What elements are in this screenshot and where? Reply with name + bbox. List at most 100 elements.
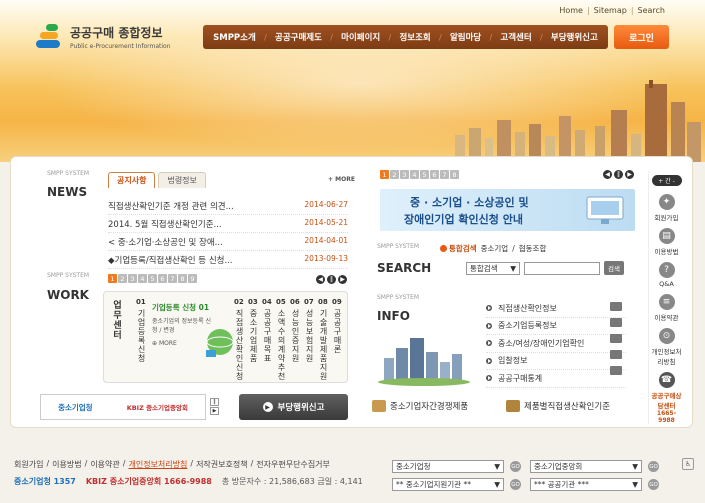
- work-col-8[interactable]: 08 기술개발제품지원: [318, 298, 329, 381]
- footer-signup[interactable]: 회원가입: [14, 459, 43, 470]
- kbiz-logo[interactable]: KBIZ 중소기업중앙회: [127, 402, 188, 412]
- search-input[interactable]: [524, 261, 600, 275]
- work-col-5[interactable]: 05 소액수의계약추천: [276, 298, 287, 381]
- go-button-3[interactable]: GO: [510, 479, 521, 490]
- work-page[interactable]: 9: [188, 274, 197, 283]
- tab-notice[interactable]: 공지사항: [108, 172, 156, 188]
- competition-products-label: 중소기업자간경쟁제품: [390, 402, 469, 412]
- news-list: 직접생산확인기준 개정 관련 의견... 2014-06-27 2014. 5월 …: [108, 197, 348, 269]
- search-link[interactable]: Search: [638, 6, 665, 15]
- work-col-9[interactable]: 09 공공구매론: [332, 298, 343, 381]
- work-page[interactable]: 3: [128, 274, 137, 283]
- prev-arrow-icon[interactable]: ◀: [316, 275, 325, 284]
- support-org-select[interactable]: ** 중소기업지원기관 ** ▼: [392, 478, 504, 491]
- info-item[interactable]: 공공구매통계: [486, 370, 626, 388]
- work-page[interactable]: 5: [148, 274, 157, 283]
- quick-center[interactable]: ☎ 공공구매상담센터 1665-9988: [649, 372, 684, 424]
- smba-select-value: 중소기업청: [396, 462, 431, 471]
- production-criteria-link[interactable]: 제품별직접생산확인기준: [506, 400, 610, 412]
- work-col-3[interactable]: 03 중소기업제품: [248, 298, 259, 381]
- promo-page[interactable]: 6: [430, 170, 439, 179]
- work-page[interactable]: 1: [108, 274, 117, 283]
- work-page[interactable]: 4: [138, 274, 147, 283]
- public-org-select[interactable]: *** 공공기관 *** ▼: [530, 478, 642, 491]
- folder-icon: [610, 318, 622, 327]
- news-item[interactable]: ◆기업등록/직접생산확인 등 신청... 2013-09-13: [108, 251, 348, 269]
- site-logo[interactable]: 공공구매 종합정보 Public e-Procurement Informati…: [36, 24, 171, 50]
- radio-sme[interactable]: 중소기업: [481, 243, 509, 254]
- sitemap-link[interactable]: Sitemap: [594, 6, 627, 15]
- news-item[interactable]: 직접생산확인기준 개정 관련 의견... 2014-06-27: [108, 197, 348, 215]
- smba-select[interactable]: 중소기업청 ▼: [392, 460, 504, 473]
- promo-page[interactable]: 5: [420, 170, 429, 179]
- promo-page[interactable]: 2: [390, 170, 399, 179]
- next-arrow-icon[interactable]: ▶: [625, 170, 634, 179]
- promo-banner[interactable]: 중 · 소기업 · 소상공인 및 장애인기업 확인신청 안내: [380, 189, 635, 231]
- work-col-6[interactable]: 06 성능인증지원: [290, 298, 301, 381]
- font-size-control[interactable]: + 간 -: [651, 175, 682, 186]
- tab-law[interactable]: 법령정보: [158, 172, 206, 188]
- pause-icon[interactable]: ‖: [327, 275, 336, 284]
- promo-page[interactable]: 7: [440, 170, 449, 179]
- report-button[interactable]: ▶ 부당행위신고: [239, 394, 348, 420]
- go-button-1[interactable]: GO: [510, 461, 521, 472]
- work-page[interactable]: 7: [168, 274, 177, 283]
- footer-terms[interactable]: 이용약관: [90, 459, 119, 470]
- nav-notice[interactable]: 알림마당: [450, 31, 481, 43]
- work-col-7[interactable]: 07 성능보험지원: [304, 298, 315, 381]
- quick-guide[interactable]: ▤ 이용방법: [649, 228, 684, 256]
- news-more-link[interactable]: + MORE: [328, 176, 355, 183]
- info-item[interactable]: 중소기업등록정보: [486, 318, 626, 335]
- work-col-1[interactable]: 01 기업등록신청: [136, 298, 147, 363]
- search-scope-select[interactable]: 통합검색 ▼: [466, 261, 520, 275]
- quick-signup[interactable]: ✦ 회원가입: [649, 194, 684, 222]
- radio-integrated[interactable]: 통합검색: [440, 243, 477, 254]
- work-col-4[interactable]: 04 공공구매목표: [262, 298, 273, 381]
- promo-page[interactable]: 4: [410, 170, 419, 179]
- search-button[interactable]: 검색: [604, 261, 624, 275]
- news-item[interactable]: 2014. 5월 직접생산확인기준... 2014-05-21: [108, 215, 348, 233]
- nav-report[interactable]: 부당행위신고: [551, 31, 598, 43]
- nav-customer-center[interactable]: 고객센터: [500, 31, 531, 43]
- work-page[interactable]: 6: [158, 274, 167, 283]
- work-col-label: 직접생산확인신청: [235, 309, 244, 381]
- footer-privacy[interactable]: 개인정보처리방침: [128, 459, 187, 470]
- promo-page[interactable]: 3: [400, 170, 409, 179]
- info-item[interactable]: 중소/여성/장애인기업확인: [486, 335, 626, 353]
- competition-products-link[interactable]: 중소기업자간경쟁제품: [372, 400, 468, 412]
- quick-privacy[interactable]: ⊙ 개인정보처리방침: [649, 328, 684, 366]
- radio-coop[interactable]: 협동조합: [519, 243, 547, 254]
- info-item[interactable]: 직접생산확인정보: [486, 300, 626, 318]
- home-link[interactable]: Home: [559, 6, 583, 15]
- footer-guide[interactable]: 이용방법: [52, 459, 81, 470]
- news-item[interactable]: < 중·소기업·소상공인 및 장애... 2014-04-01: [108, 233, 348, 251]
- smba-logo[interactable]: 중소기업청: [58, 402, 93, 413]
- promo-page[interactable]: 1: [380, 170, 389, 179]
- go-button-4[interactable]: GO: [648, 479, 659, 490]
- kbiz-select[interactable]: 중소기업중앙회 ▼: [530, 460, 642, 473]
- work-page[interactable]: 2: [118, 274, 127, 283]
- login-button[interactable]: 로그인: [614, 25, 669, 49]
- nav-procurement-system[interactable]: 공공구매제도: [275, 31, 322, 43]
- banner-play-icon[interactable]: ▶: [210, 407, 219, 415]
- work-col-2[interactable]: 02 직접생산확인신청: [234, 298, 245, 381]
- work-page[interactable]: 8: [178, 274, 187, 283]
- nav-info-search[interactable]: 정보조회: [399, 31, 430, 43]
- quick-terms[interactable]: ≡ 이용약관: [649, 294, 684, 322]
- quick-qna[interactable]: ? Q&A: [649, 262, 684, 288]
- footer-copyright[interactable]: 저작권보호정책: [196, 459, 248, 470]
- promo-page[interactable]: 8: [450, 170, 459, 179]
- nav-smpp-intro[interactable]: SMPP소개: [213, 31, 256, 43]
- web-accessibility-icon[interactable]: ♿: [682, 458, 694, 470]
- footer-email-policy[interactable]: 전자우편무단수집거부: [256, 459, 330, 470]
- go-button-2[interactable]: GO: [648, 461, 659, 472]
- banner-pause-icon[interactable]: ‖: [210, 398, 219, 406]
- nav-mypage[interactable]: 마이페이지: [341, 31, 380, 43]
- next-arrow-icon[interactable]: ▶: [338, 275, 347, 284]
- pause-icon[interactable]: ‖: [614, 170, 623, 179]
- news-item-date: 2014-05-21: [304, 218, 348, 227]
- info-item[interactable]: 입찰정보: [486, 353, 626, 370]
- prev-arrow-icon[interactable]: ◀: [603, 170, 612, 179]
- work-col-num: 02: [234, 298, 244, 306]
- work-feature[interactable]: 기업등록 신청 01 중소기업의 정보등록 신청 / 변경 ⊕ MORE: [152, 302, 234, 364]
